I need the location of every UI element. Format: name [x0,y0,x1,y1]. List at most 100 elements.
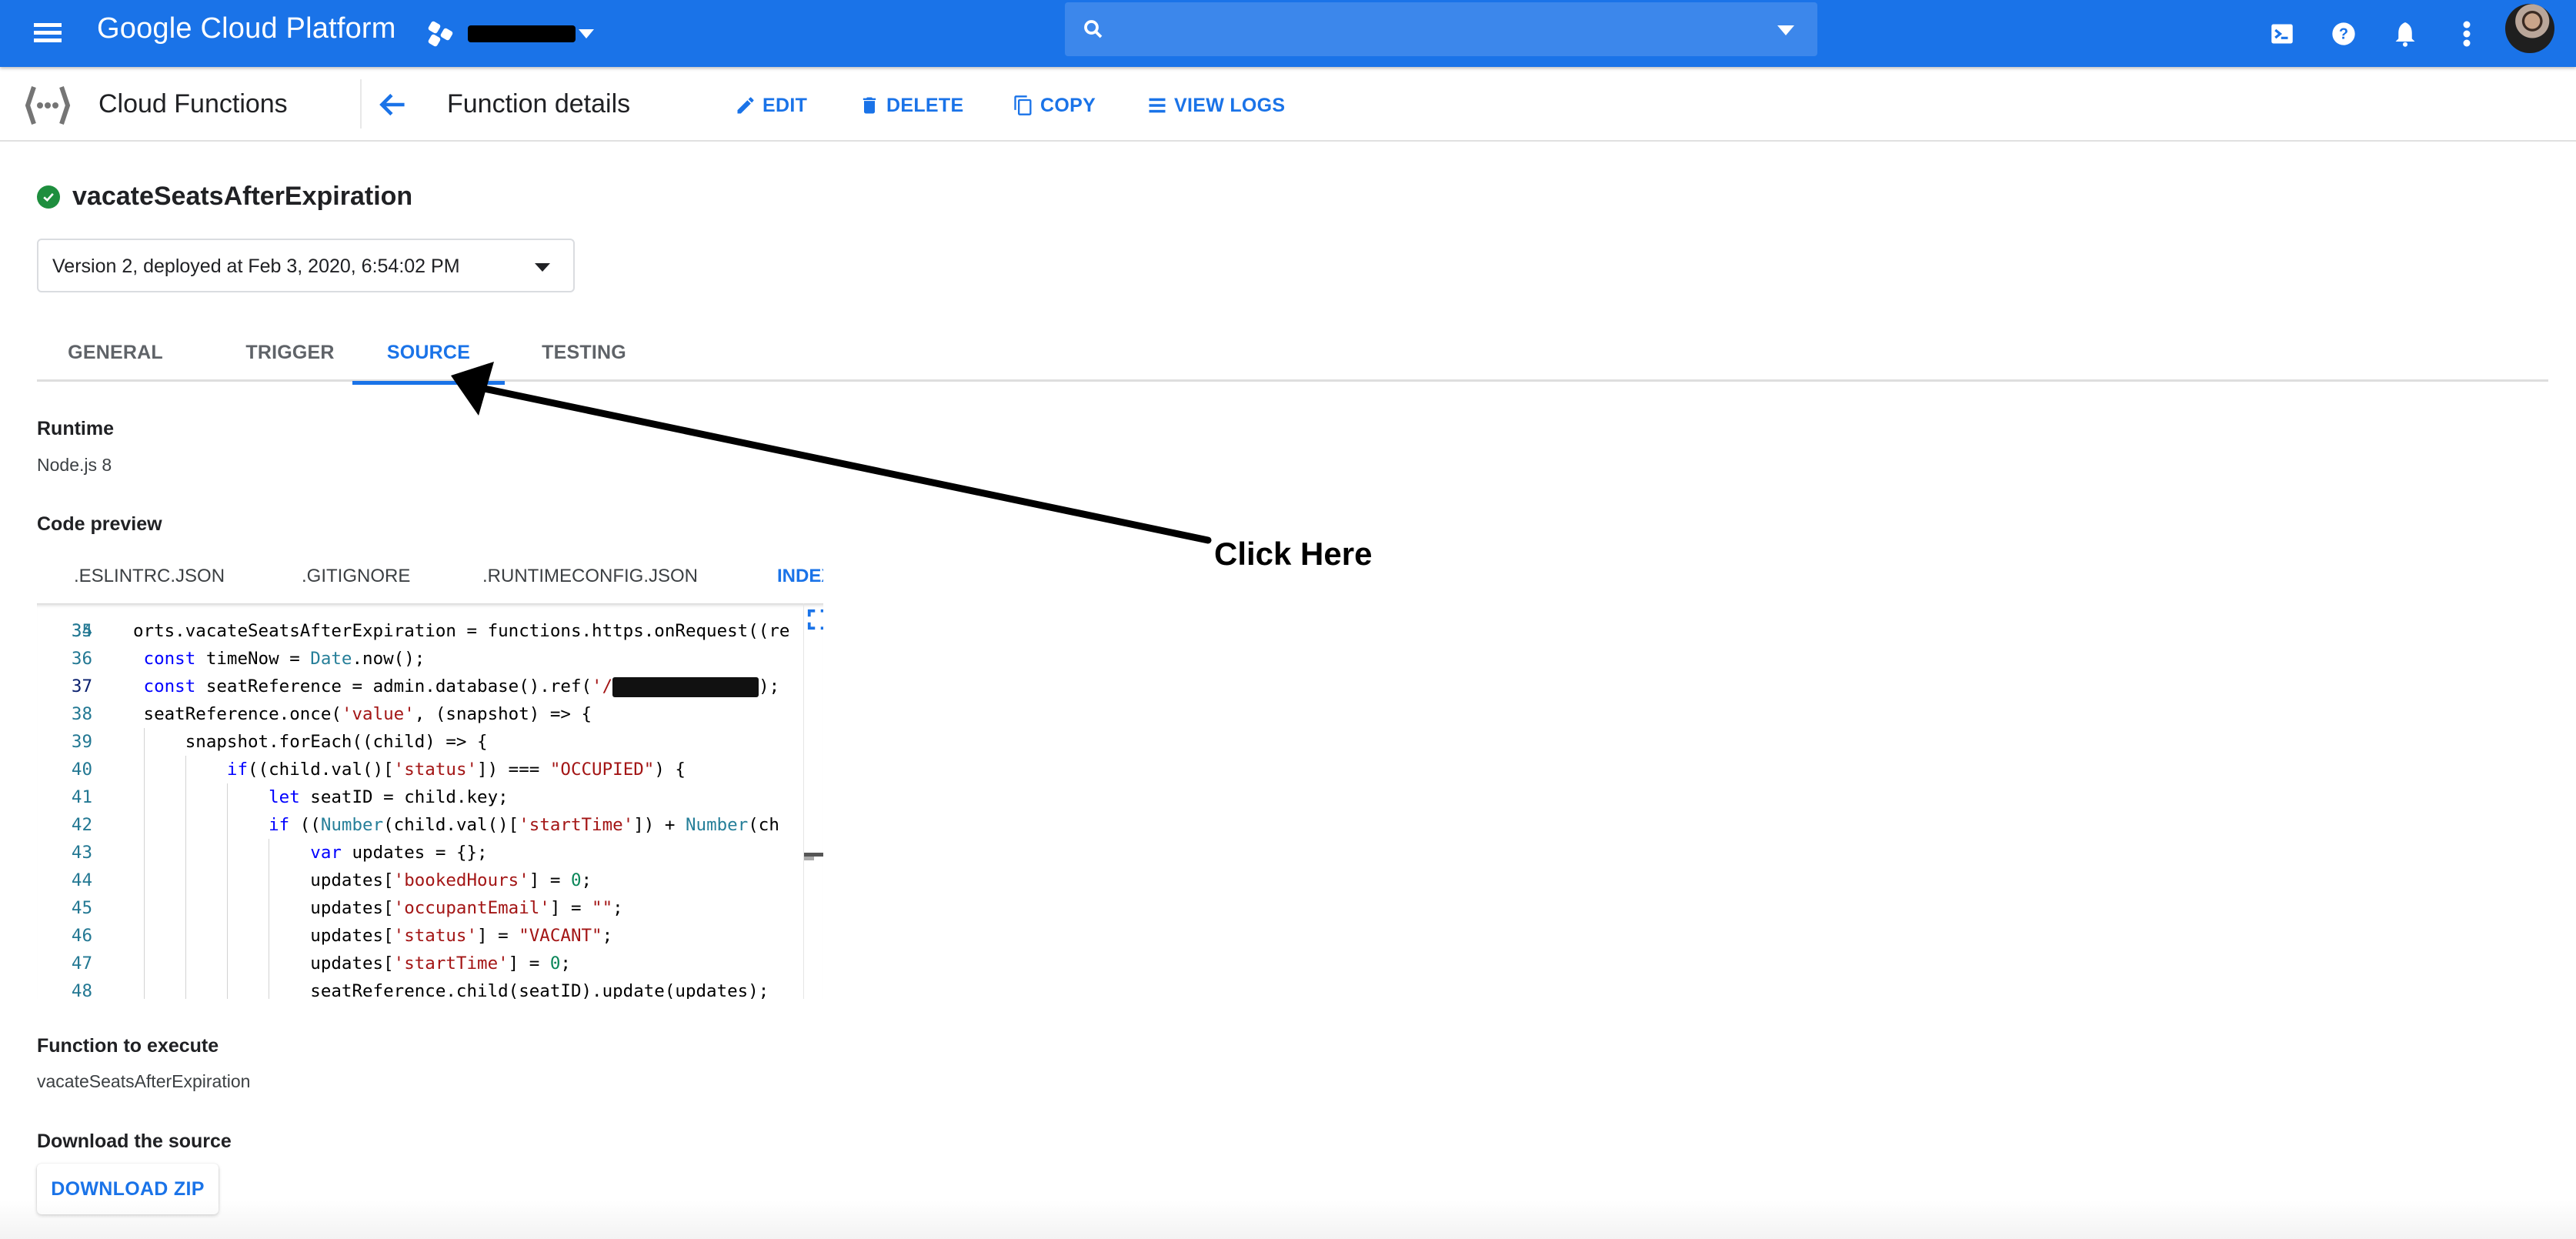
edit-button[interactable]: EDIT [735,90,807,121]
code-token: const [143,676,196,696]
code-line: 41 let seatID = child.key; [37,783,823,811]
delete-label: DELETE [886,94,964,116]
code-preview-label: Code preview [37,513,162,535]
code-text: orts.vacateSeatsAfterExpiration = functi… [133,617,789,645]
file-tab-gitignore[interactable]: .GITIGNORE [302,553,410,600]
version-selected-value: Version 2, deployed at Feb 3, 2020, 6:54… [52,255,460,277]
line-number: 39 [71,732,92,752]
code-token: ] = [477,926,519,946]
search-input[interactable] [1119,13,1750,45]
code-token: ]) === [477,760,550,780]
code-line: 43 var updates = {}; [37,839,823,867]
code-line: 40 if((child.val()['status']) === "OCCUP… [37,756,823,783]
help-icon[interactable]: ? [2327,17,2361,51]
code-token: let [269,787,300,807]
cloud-shell-icon[interactable] [2265,17,2299,51]
line-number: 44 [71,870,92,890]
line-number: 36 [71,649,92,669]
line-number: 40 [71,760,92,780]
view-logs-button[interactable]: VIEW LOGS [1146,90,1285,121]
line-number: 47 [71,953,92,974]
page-header: Cloud Functions Function details EDIT DE… [0,67,2576,142]
search-dropdown-icon[interactable] [1777,25,1794,35]
code-text: snapshot.forEach((child) => { [133,728,488,756]
code-line: 39 snapshot.forEach((child) => { [37,728,823,756]
runtime-label: Runtime [37,418,114,439]
download-source-label: Download the source [37,1130,232,1152]
line-number: 41 [71,787,92,807]
code-line: 37 const seatReference = admin.database(… [37,673,823,700]
code-token: '/ [592,676,613,696]
code-token: ] = [508,953,550,974]
code-text: const timeNow = Date.now(); [133,645,425,673]
code-token: 0 [549,953,561,974]
page-bottom-fade [0,1201,2576,1239]
code-text: const seatReference = admin.database().r… [133,673,779,700]
product-name: Cloud Functions [98,89,288,119]
tab-source[interactable]: SOURCE [352,323,505,385]
search-icon [1084,20,1103,38]
project-selector[interactable] [427,17,594,51]
code-line: 42 if ((Number(child.val()['startTime'])… [37,811,823,839]
copy-button[interactable]: COPY [1013,90,1096,121]
code-token: ; [581,870,592,890]
search-bar[interactable] [1065,2,1817,56]
line-number: 45 [71,898,92,918]
code-token: timeNow = [195,649,311,669]
code-token: updates = {}; [341,843,488,863]
code-token: ]) + [633,815,686,835]
line-number: 38 [71,704,92,724]
line-number: 42 [71,815,92,835]
copy-label: COPY [1040,94,1096,116]
code-line: 44 updates['bookedHours'] = 0; [37,867,823,894]
code-line: 45 updates['occupantEmail'] = ""; [37,894,823,922]
code-text: updates['bookedHours'] = 0; [133,867,592,894]
code-token: ] = [529,870,571,890]
page-title: Function details [447,89,631,119]
code-text: seatReference.once('value', (snapshot) =… [133,700,592,728]
line-number: 35 [71,621,92,641]
delete-button[interactable]: DELETE [859,90,963,121]
more-vert-icon[interactable] [2450,17,2484,51]
version-select[interactable]: Version 2, deployed at Feb 3, 2020, 6:54… [37,239,575,292]
line-number: 46 [71,926,92,946]
edit-label: EDIT [762,94,808,116]
code-token: (( [289,815,321,835]
function-title: vacateSeatsAfterExpiration [37,182,412,212]
avatar[interactable] [2505,4,2554,53]
code-token: Date [310,649,352,669]
code-editor[interactable]: 34 35 orts.vacateSeatsAfterExpiration = f… [37,603,823,999]
file-tab-index[interactable]: INDEX.JS [777,553,823,600]
code-token: seatReference = admin.database().ref( [195,676,592,696]
code-text: var updates = {}; [133,839,488,867]
status-ok-icon [37,185,60,209]
top-app-bar: Google Cloud Platform ? [0,0,2576,67]
code-text: updates['startTime'] = 0; [133,950,571,977]
code-line: 35 orts.vacateSeatsAfterExpiration = func… [37,617,823,645]
code-token: Number [685,815,749,835]
code-token: 'status' [393,926,478,946]
code-token: ; [602,926,613,946]
brand-logo[interactable]: Google Cloud Platform [97,12,396,45]
code-token: ; [612,898,623,918]
code-text: updates['status'] = "VACANT"; [133,922,612,950]
code-text: let seatID = child.key; [133,783,509,811]
download-zip-button[interactable]: DOWNLOAD ZIP [37,1164,219,1214]
notifications-icon[interactable] [2388,17,2422,51]
menu-icon[interactable] [31,17,65,48]
logs-list-icon [1149,98,1166,113]
file-tab-eslintrc[interactable]: .ESLINTRC.JSON [74,553,225,600]
line-number: 48 [71,981,92,999]
code-token: (ch [748,815,779,835]
chevron-down-icon [535,263,550,272]
project-name-redacted [468,25,576,42]
back-arrow-icon[interactable] [374,85,412,124]
tab-general[interactable]: GENERAL [37,323,194,382]
code-line: 48 seatReference.child(seatID).update(up… [37,977,823,999]
file-tabs: .ESLINTRC.JSON .GITIGNORE .RUNTIMECONFIG… [37,553,823,600]
tab-testing[interactable]: TESTING [502,323,666,382]
code-token: "OCCUPIED" [549,760,655,780]
file-tab-runtimeconfig[interactable]: .RUNTIMECONFIG.JSON [482,553,698,600]
